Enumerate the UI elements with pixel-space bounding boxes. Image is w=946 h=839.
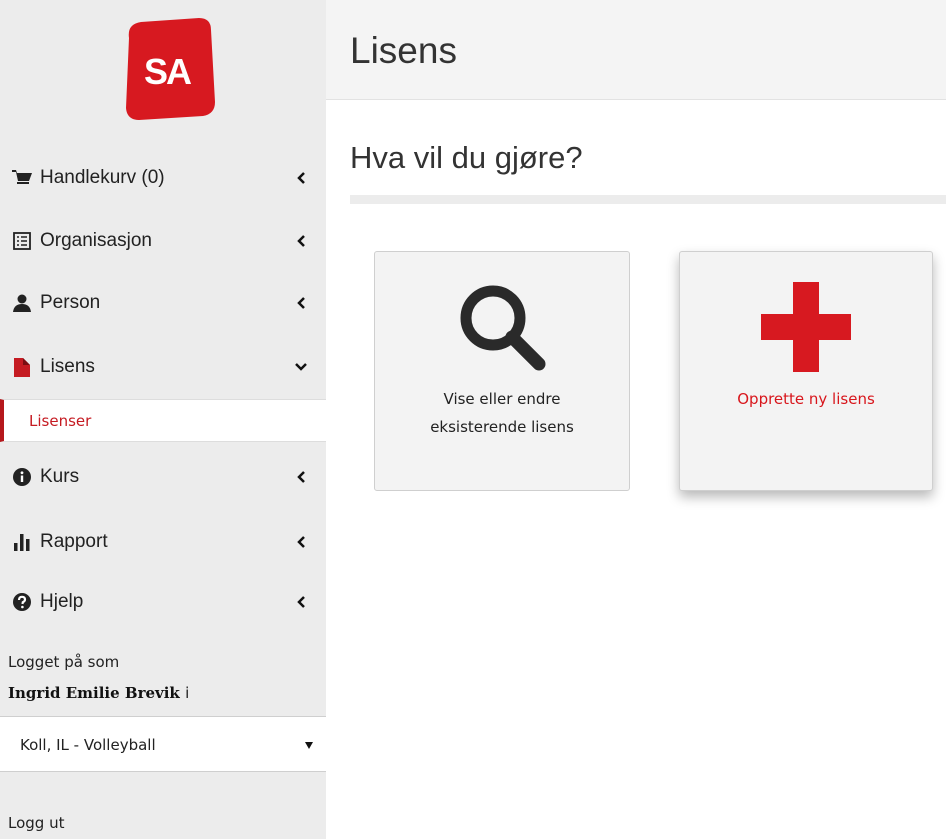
sidebar-item-kurs[interactable]: Kurs xyxy=(0,452,326,502)
sidebar-item-label: Organisasjon xyxy=(40,230,152,251)
chevron-down-icon xyxy=(295,361,307,373)
organization-select[interactable]: Koll, IL - Volleyball xyxy=(0,716,326,772)
caret-down-icon xyxy=(305,742,313,749)
user-name: Ingrid Emilie Brevik i xyxy=(8,684,189,702)
user-info-link[interactable]: i xyxy=(185,684,189,702)
sidebar-item-label: Lisens xyxy=(40,356,95,377)
chevron-left-icon xyxy=(295,471,307,483)
cart-icon xyxy=(12,168,32,188)
card-label-line: eksisterende lisens xyxy=(430,418,574,436)
list-icon xyxy=(12,231,32,251)
user-name-text: Ingrid Emilie Brevik xyxy=(8,684,180,702)
card-label: Opprette ny lisens xyxy=(737,390,875,408)
sidebar-item-organisasjon[interactable]: Organisasjon xyxy=(0,216,326,266)
bar-chart-icon xyxy=(12,532,32,552)
sidebar-item-label: Rapport xyxy=(40,531,108,552)
page-header: Lisens xyxy=(326,0,946,100)
sidebar-item-label: Person xyxy=(40,292,101,313)
sidebar-item-label: Hjelp xyxy=(40,591,84,612)
sidebar-subitem-label: Lisenser xyxy=(29,412,92,430)
sidebar-item-lisens[interactable]: Lisens xyxy=(0,342,326,392)
info-icon xyxy=(12,467,32,487)
sidebar-item-hjelp[interactable]: Hjelp xyxy=(0,577,326,627)
file-icon xyxy=(12,357,32,377)
sidebar-item-label: Kurs xyxy=(40,466,80,487)
logged-in-label: Logget på som xyxy=(8,653,120,671)
organization-select-value: Koll, IL - Volleyball xyxy=(20,736,156,754)
page-title: Lisens xyxy=(350,30,457,71)
divider xyxy=(350,195,946,204)
chevron-left-icon xyxy=(295,536,307,548)
chevron-left-icon xyxy=(295,235,307,247)
sidebar-item-handlekurv[interactable]: Handlekurv (0) xyxy=(0,153,326,203)
sa-logo[interactable]: SA xyxy=(119,18,215,120)
card-label-line: Vise eller endre xyxy=(443,390,561,408)
sidebar: SA Handlekurv (0) Organisasjon Person Li… xyxy=(0,0,326,839)
sidebar-subitem-lisenser[interactable]: Lisenser xyxy=(0,399,326,442)
card-label: Vise eller endre eksisterende lisens xyxy=(375,385,629,441)
plus-icon xyxy=(761,282,851,377)
sidebar-item-label: Handlekurv (0) xyxy=(40,167,165,188)
sidebar-item-rapport[interactable]: Rapport xyxy=(0,517,326,567)
section-heading: Hva vil du gjøre? xyxy=(350,140,583,175)
logo-text: SA xyxy=(144,51,192,92)
chevron-left-icon xyxy=(295,297,307,309)
logout-link[interactable]: Logg ut xyxy=(8,814,64,832)
create-license-card[interactable]: Opprette ny lisens xyxy=(679,251,933,491)
search-icon xyxy=(457,282,547,377)
chevron-left-icon xyxy=(295,596,307,608)
question-icon xyxy=(12,592,32,612)
chevron-left-icon xyxy=(295,172,307,184)
sidebar-item-person[interactable]: Person xyxy=(0,278,326,328)
view-edit-license-card[interactable]: Vise eller endre eksisterende lisens xyxy=(374,251,630,491)
user-icon xyxy=(12,293,32,313)
